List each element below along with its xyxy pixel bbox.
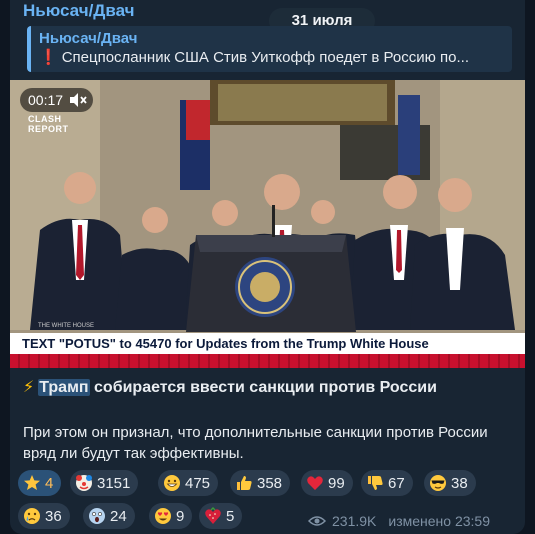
reaction-count: 24: [110, 507, 127, 525]
thumbs-down-icon: [366, 474, 384, 492]
video-time: 00:17: [28, 92, 64, 108]
crying-icon: [23, 507, 41, 525]
video-time-pill: 00:17: [20, 88, 94, 112]
grin-icon: [163, 474, 181, 492]
podium-tag: THE WHITE HOUSE: [38, 323, 95, 329]
reply-channel-name: Ньюсач/Двач: [39, 30, 138, 47]
post-body: При этом он признал, что дополнительные …: [23, 424, 488, 462]
star-icon: [23, 474, 41, 492]
reaction-count: 9: [176, 507, 185, 525]
reaction-thumbs-up[interactable]: 358: [230, 470, 291, 496]
reaction-heart-eyes[interactable]: 9: [149, 503, 193, 529]
headline-rest: собирается ввести санкции против России: [89, 379, 437, 396]
sunglasses-icon: [429, 474, 447, 492]
reaction-star[interactable]: 4: [18, 470, 62, 496]
reaction-clown[interactable]: 3151: [70, 470, 139, 496]
reaction-screaming[interactable]: 24: [83, 503, 135, 529]
reaction-count: 99: [328, 474, 345, 492]
thumbs-up-icon: [235, 474, 253, 492]
exclamation-icon: ❗: [39, 49, 58, 66]
reaction-count: 475: [185, 474, 211, 492]
reaction-count: 67: [388, 474, 405, 492]
view-count: 231.9K: [332, 513, 377, 529]
heart-eyes-icon: [154, 507, 172, 525]
reaction-sunglasses[interactable]: 38: [424, 470, 476, 496]
heart-strawberry-icon: [204, 507, 222, 525]
reaction-count: 36: [45, 507, 62, 525]
channel-name[interactable]: Ньюсач/Двач: [23, 1, 135, 21]
reply-text-content: Спецпосланник США Стив Уиткофф поедет в …: [61, 49, 470, 66]
reaction-crying[interactable]: 36: [18, 503, 70, 529]
reaction-count: 5: [226, 507, 235, 525]
reply-text: ❗ Спецпосланник США Стив Уиткофф поедет в…: [39, 48, 504, 68]
reaction-thumbs-down[interactable]: 67: [361, 470, 413, 496]
lightning-icon: ⚡: [23, 379, 35, 396]
clown-icon: [75, 474, 93, 492]
reaction-count: 38: [451, 474, 468, 492]
reaction-grin[interactable]: 475: [158, 470, 219, 496]
post-headline: ⚡ Трамп собирается ввести санкции против …: [23, 377, 437, 397]
reaction-count: 3151: [97, 474, 131, 492]
message-footer: 231.9K изменено 23:59: [308, 513, 490, 529]
eye-icon: [308, 516, 326, 526]
heart-icon: [306, 474, 324, 492]
edited-timestamp: изменено 23:59: [388, 513, 490, 529]
muted-speaker-icon[interactable]: [69, 92, 87, 108]
video-player[interactable]: 00:17 CLASH REPORT THE WHITE HOUSE TEXT …: [10, 80, 525, 368]
reaction-count: 358: [257, 474, 283, 492]
reaction-count: 4: [45, 474, 54, 492]
video-red-band: [10, 354, 525, 368]
clash-report-logo: CLASH REPORT: [28, 114, 69, 134]
screaming-icon: [88, 507, 106, 525]
reaction-heart-strawberry[interactable]: 5: [199, 503, 243, 529]
video-lower-third: TEXT "POTUS" to 45470 for Updates from t…: [10, 333, 525, 354]
reaction-heart[interactable]: 99: [301, 470, 353, 496]
reply-quote[interactable]: Ньюсач/Двач ❗ Спецпосланник США Стив Уитк…: [27, 26, 512, 72]
headline-highlight[interactable]: Трамп: [38, 379, 90, 396]
